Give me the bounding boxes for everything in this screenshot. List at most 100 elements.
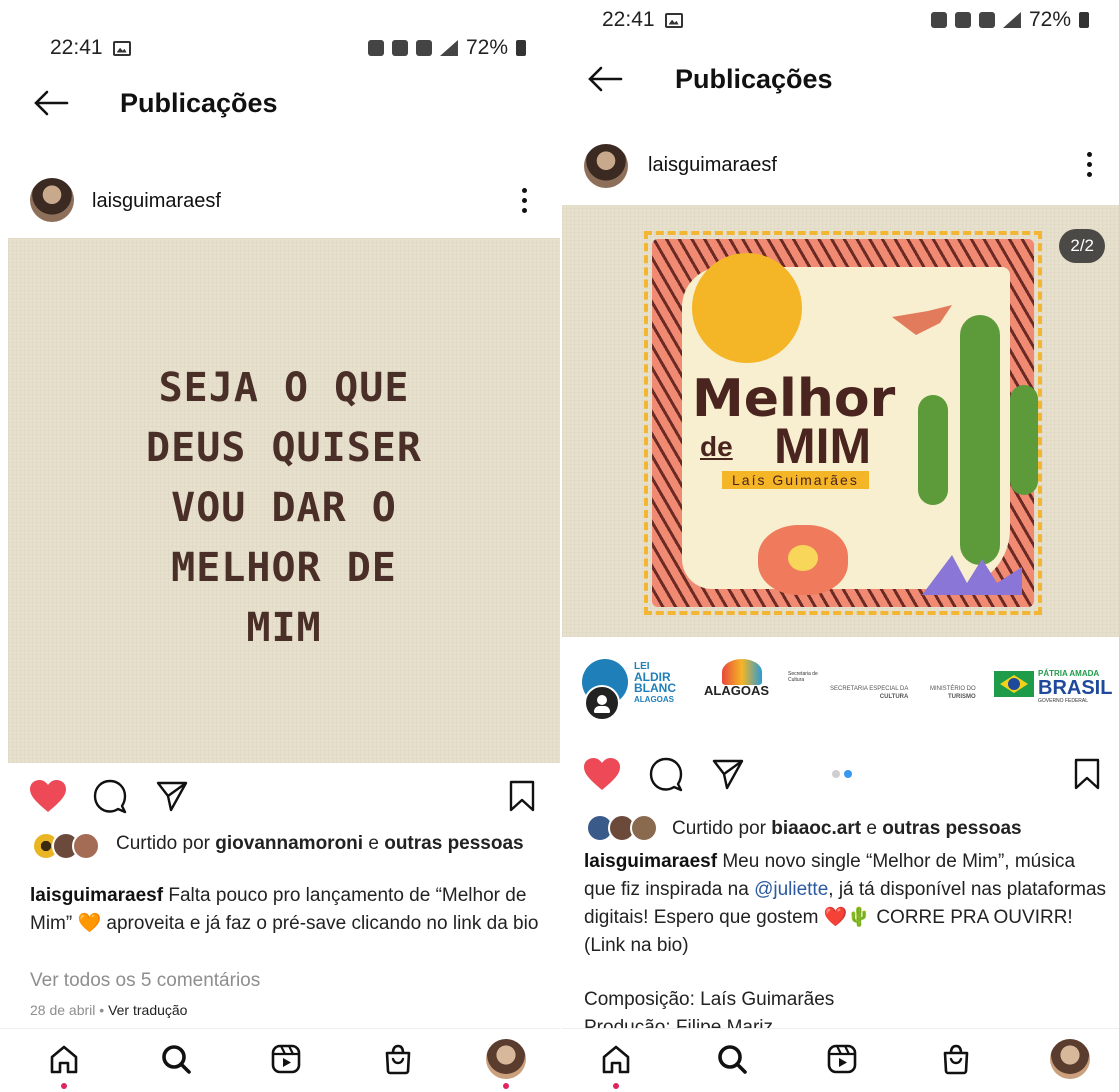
liked-by[interactable]: Curtido por giovannamoroni e outras pess… — [116, 832, 536, 856]
liked-prefix: Curtido por — [116, 833, 210, 854]
post-username[interactable]: laisguimaraesf — [92, 190, 221, 213]
back-button[interactable] — [26, 78, 76, 128]
more-options-icon[interactable] — [512, 180, 536, 220]
more-options-icon[interactable] — [1077, 144, 1101, 184]
post-username[interactable]: laisguimaraesf — [648, 154, 777, 177]
battery-icon — [1079, 12, 1089, 28]
post-meta: 28 de abril • Ver tradução — [30, 996, 540, 1024]
nav-shop[interactable] — [376, 1037, 420, 1081]
back-button[interactable] — [580, 54, 630, 104]
status-time: 22:41 — [50, 36, 103, 59]
notification-dot — [61, 1083, 67, 1089]
action-bar — [0, 774, 560, 822]
quote-line: SEJA O QUE — [158, 365, 410, 411]
alagoas-text: ALAGOAS — [704, 683, 769, 698]
bottom-nav — [0, 1028, 560, 1092]
signal-icon — [439, 40, 458, 56]
liked-conj: e — [866, 818, 877, 839]
caption-mention[interactable]: @juliette — [754, 879, 828, 900]
bookmark-icon — [1074, 758, 1100, 790]
carousel-dot-active — [844, 770, 852, 778]
alarm-icon — [391, 40, 408, 56]
search-icon — [162, 1045, 191, 1074]
page-title: Publicações — [675, 64, 833, 94]
heart-filled-icon — [30, 780, 66, 812]
share-button[interactable] — [706, 752, 750, 796]
caption-username[interactable]: laisguimaraesf — [584, 851, 717, 872]
battery-icon — [516, 40, 526, 56]
back-arrow-icon — [34, 90, 69, 116]
share-button[interactable] — [150, 774, 194, 818]
nav-shop[interactable] — [934, 1037, 978, 1081]
status-bar: 22:41 72% — [50, 36, 526, 60]
sponsor-text: BRASIL — [1038, 677, 1113, 699]
nav-profile[interactable] — [484, 1037, 528, 1089]
post-image[interactable]: Melhor de MIM Laís Guimarães 2/2 — [562, 205, 1119, 637]
bookmark-icon — [509, 780, 535, 812]
carousel-dot — [832, 770, 840, 778]
quote-line: MELHOR DE — [171, 545, 397, 591]
post-header: laisguimaraesf — [0, 174, 560, 230]
sponsor-text: ALAGOAS — [634, 695, 674, 704]
caption-username[interactable]: laisguimaraesf — [30, 885, 163, 906]
nav-reels[interactable] — [264, 1037, 308, 1081]
alagoas-logo — [722, 659, 762, 685]
post-caption: laisguimaraesf Meu novo single “Melhor d… — [584, 848, 1110, 960]
avatar[interactable] — [30, 178, 74, 222]
post-header: laisguimaraesf — [562, 140, 1119, 196]
status-bar: 22:41 72% — [602, 8, 1089, 32]
sponsor-text: SECRETARIA ESPECIAL DA — [830, 686, 909, 692]
home-icon — [602, 1045, 630, 1074]
mute-icon — [930, 12, 947, 28]
lei-aldir-blanc-text: LEI ALDIR BLANC ALAGOAS — [634, 661, 676, 705]
liked-conj: e — [368, 833, 379, 854]
liked-others[interactable]: outras pessoas — [384, 833, 523, 854]
home-icon — [50, 1045, 78, 1074]
nav-search[interactable] — [154, 1037, 198, 1081]
comment-button[interactable] — [88, 774, 132, 818]
nav-reels[interactable] — [820, 1037, 864, 1081]
art-title-mim: MIM — [774, 418, 872, 474]
save-button[interactable] — [1065, 752, 1109, 796]
like-button[interactable] — [580, 752, 624, 796]
nav-home[interactable] — [42, 1037, 86, 1089]
turismo-text: MINISTÉRIO DO TURISMO — [930, 685, 976, 701]
nav-search[interactable] — [710, 1037, 754, 1081]
secult-text: Secretaria de Cultura — [788, 671, 818, 683]
liker-avatars — [586, 814, 662, 844]
tagged-user-icon[interactable] — [584, 685, 620, 721]
post-image[interactable]: SEJA O QUE DEUS QUISER VOU DAR O MELHOR … — [8, 238, 560, 763]
brasil-flag — [994, 671, 1034, 697]
like-button[interactable] — [26, 774, 70, 818]
comment-icon — [93, 779, 127, 814]
liked-by[interactable]: Curtido por biaaoc.art e outras pessoas — [672, 817, 1112, 841]
liked-user[interactable]: giovannamoroni — [215, 833, 363, 854]
back-arrow-icon — [588, 66, 623, 92]
gallery-icon — [112, 40, 131, 56]
avatar[interactable] — [584, 144, 628, 188]
translate-link[interactable]: Ver tradução — [108, 1002, 187, 1018]
page-title: Publicações — [120, 88, 278, 118]
save-button[interactable] — [500, 774, 544, 818]
quote-line: DEUS QUISER — [146, 425, 422, 471]
liked-others[interactable]: outras pessoas — [882, 818, 1021, 839]
art-title-de: de — [700, 431, 733, 462]
send-icon — [712, 759, 744, 790]
liker-avatars — [32, 832, 102, 862]
cactus-arm — [918, 395, 948, 505]
profile-avatar — [486, 1039, 526, 1079]
comment-button[interactable] — [644, 752, 688, 796]
notification-dot — [503, 1083, 509, 1089]
notification-dot — [613, 1083, 619, 1089]
liked-prefix: Curtido por — [672, 818, 766, 839]
view-comments-link[interactable]: Ver todos os 5 comentários — [30, 967, 540, 995]
wifi-icon — [978, 12, 995, 28]
left-screen: 22:41 72% Publicações laisguimaraesf SEJ… — [0, 0, 560, 1092]
liked-user[interactable]: biaaoc.art — [771, 818, 861, 839]
profile-avatar — [1050, 1039, 1090, 1079]
nav-profile[interactable] — [1048, 1037, 1092, 1081]
send-icon — [156, 781, 188, 812]
brasil-text: PÁTRIA AMADA BRASIL GOVERNO FEDERAL — [1038, 669, 1112, 704]
top-bar: Publicações — [562, 54, 1119, 104]
nav-home[interactable] — [594, 1037, 638, 1089]
